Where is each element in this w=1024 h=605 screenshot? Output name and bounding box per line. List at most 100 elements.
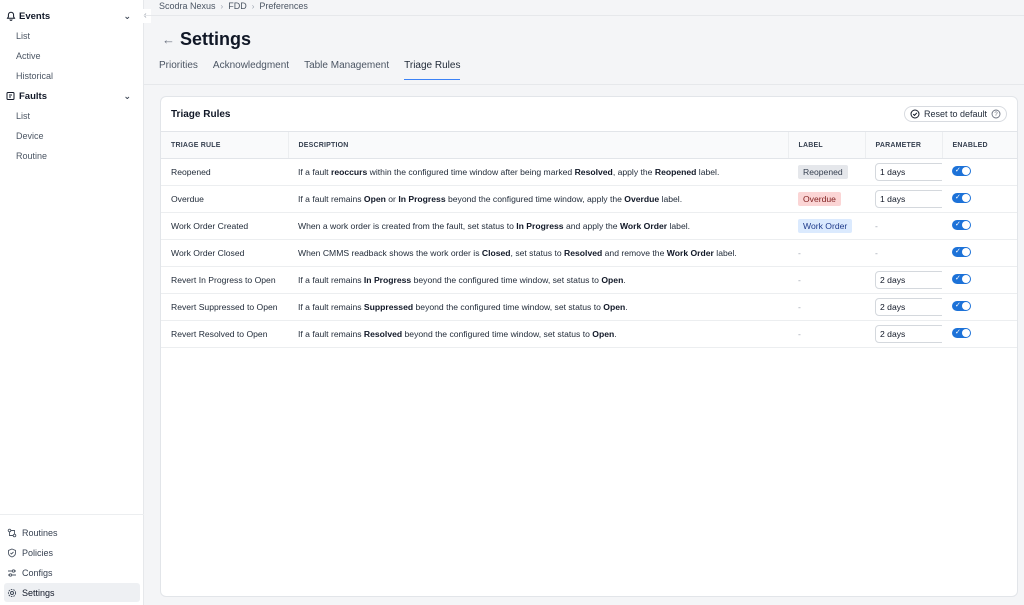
parameter-input[interactable]: 2 days <box>875 271 942 289</box>
triage-rule-name: Revert Suppressed to Open <box>161 293 288 321</box>
tab-priorities[interactable]: Priorities <box>159 60 198 80</box>
bell-icon <box>6 11 16 21</box>
description-emphasis: In Progress <box>363 275 412 285</box>
sidebar-item-events-list[interactable]: List <box>0 26 143 46</box>
nav-group-faults-header[interactable]: Faults ⌄ <box>0 86 143 106</box>
rule-label-cell: - <box>788 320 865 348</box>
column-header-label: LABEL <box>787 131 865 159</box>
description-text: label. <box>696 167 720 177</box>
description-text: label. <box>713 248 737 258</box>
sidebar-item-faults-list[interactable]: List <box>0 106 143 126</box>
column-header-enabled: ENABLED <box>941 131 1017 159</box>
description-text: beyond the configured time window, apply… <box>445 194 625 204</box>
settings-tabs: Priorities Acknowledgment Table Manageme… <box>159 60 475 80</box>
sidebar-item-policies[interactable]: Policies <box>4 543 140 562</box>
sidebar-item-faults-routine[interactable]: Routine <box>0 146 143 166</box>
chevron-down-icon: ⌄ <box>123 10 131 21</box>
description-emphasis: Reopened <box>654 167 697 177</box>
rule-enabled-cell: ✓ <box>942 320 1017 348</box>
description-text: If a fault <box>298 167 331 177</box>
rule-label-cell: Work Order <box>788 212 865 240</box>
breadcrumb-item-fdd[interactable]: FDD <box>228 1 247 11</box>
breadcrumb-item-app[interactable]: Scodra Nexus <box>159 1 216 11</box>
enabled-toggle[interactable]: ✓ <box>952 274 971 284</box>
enabled-toggle[interactable]: ✓ <box>952 247 971 257</box>
page-title: Settings <box>180 29 252 49</box>
enabled-toggle[interactable]: ✓ <box>952 193 971 203</box>
description-emphasis: Resolved <box>574 167 613 177</box>
tab-acknowledgment[interactable]: Acknowledgment <box>213 60 289 80</box>
table-body: Reopened If a fault reoccurs within the c… <box>161 158 1017 348</box>
toggle-knob <box>962 221 970 229</box>
parameter-input[interactable]: 2 days <box>875 298 942 316</box>
triage-rules-card: Triage Rules Reset to default ? TRIAGE R… <box>160 96 1018 597</box>
chevron-right-icon: › <box>251 1 255 11</box>
enabled-toggle[interactable]: ✓ <box>952 220 971 230</box>
rule-enabled-cell: ✓ <box>942 185 1017 213</box>
empty-value: - <box>798 275 801 285</box>
description-text: beyond the configured time window, set s… <box>402 329 593 339</box>
table-row: Revert Resolved to Open If a fault remain… <box>161 320 1017 348</box>
description-text: label. <box>667 221 691 231</box>
rule-description: If a fault remains Suppressed beyond the… <box>288 293 788 321</box>
triage-rule-name: Revert Resolved to Open <box>161 320 288 348</box>
parameter-input[interactable]: 1 days <box>875 163 942 181</box>
parameter-input[interactable]: 1 days <box>875 190 942 208</box>
reset-to-default-button[interactable]: Reset to default ? <box>903 106 1007 122</box>
sidebar-bottom-nav: Routines Policies Configs Settings <box>0 514 144 605</box>
nav-group-events-label: Events <box>19 10 51 22</box>
tab-table-management[interactable]: Table Management <box>304 60 389 80</box>
rule-parameter-cell: - <box>865 212 942 240</box>
sidebar-item-events-historical[interactable]: Historical <box>0 66 143 86</box>
triage-rules-table: TRIAGE RULE DESCRIPTION LABEL PARAMETER … <box>161 131 1017 348</box>
sidebar-item-events-active[interactable]: Active <box>0 46 143 66</box>
check-icon: ✓ <box>955 248 961 255</box>
sidebar-item-routines[interactable]: Routines <box>4 523 140 542</box>
help-circle-icon[interactable]: ? <box>991 109 1001 119</box>
nav-group-faults: Faults ⌄ List Device Routine <box>0 86 143 166</box>
card-header: Triage Rules Reset to default ? <box>161 97 1017 131</box>
nav-group-events-header[interactable]: Events ⌄ <box>0 6 143 26</box>
nav-group-faults-label: Faults <box>19 90 47 102</box>
enabled-toggle[interactable]: ✓ <box>952 328 971 338</box>
rule-description: If a fault remains Resolved beyond the c… <box>288 320 788 348</box>
parameter-input[interactable]: 2 days <box>875 325 942 343</box>
back-arrow-icon[interactable]: ← <box>162 32 175 47</box>
description-text: and apply the <box>563 221 620 231</box>
check-icon: ✓ <box>955 167 961 174</box>
description-emphasis: Overdue <box>624 194 660 204</box>
toggle-knob <box>962 302 970 310</box>
check-icon: ✓ <box>955 302 961 309</box>
gear-icon <box>7 588 17 598</box>
rule-label-cell: Reopened <box>788 158 865 186</box>
breadcrumb: Scodra Nexus › FDD › Preferences <box>159 0 308 12</box>
sidebar-item-configs[interactable]: Configs <box>4 563 140 582</box>
sidebar-item-faults-device[interactable]: Device <box>0 126 143 146</box>
description-text: label. <box>659 194 683 204</box>
shield-icon <box>7 548 17 558</box>
label-badge: Reopened <box>798 165 848 179</box>
description-emphasis: Open <box>601 275 624 285</box>
routines-icon <box>7 528 17 538</box>
sidebar-item-settings[interactable]: Settings <box>4 583 140 602</box>
check-icon: ✓ <box>955 221 961 228</box>
empty-value: - <box>875 248 878 258</box>
rule-enabled-cell: ✓ <box>942 212 1017 240</box>
rule-description: If a fault reoccurs within the configure… <box>288 158 788 186</box>
table-header-row: TRIAGE RULE DESCRIPTION LABEL PARAMETER … <box>161 131 1017 159</box>
description-emphasis: Work Order <box>619 221 668 231</box>
tab-triage-rules[interactable]: Triage Rules <box>404 60 461 80</box>
description-text: . <box>623 275 626 285</box>
description-text: . <box>614 329 617 339</box>
sidebar-item-policies-label: Policies <box>22 547 54 558</box>
enabled-toggle[interactable]: ✓ <box>952 166 971 176</box>
check-icon: ✓ <box>955 194 961 201</box>
toggle-knob <box>962 329 970 337</box>
rule-description: If a fault remains Open or In Progress b… <box>288 185 788 213</box>
description-emphasis: Closed <box>481 248 511 258</box>
rule-enabled-cell: ✓ <box>942 266 1017 294</box>
sidebar: ‹ Events ⌄ List Active Historical Faults… <box>0 0 151 605</box>
enabled-toggle[interactable]: ✓ <box>952 301 971 311</box>
empty-value: - <box>798 329 801 339</box>
chevron-right-icon: › <box>220 1 224 11</box>
